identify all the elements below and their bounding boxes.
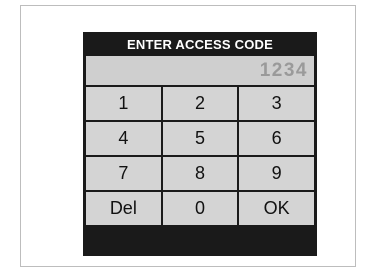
key-2[interactable]: 2 [162, 87, 238, 120]
key-1[interactable]: 1 [86, 87, 161, 120]
key-7[interactable]: 7 [86, 157, 161, 190]
key-9[interactable]: 9 [239, 157, 314, 190]
ok-button[interactable]: OK [239, 192, 314, 225]
key-grid: 1 2 3 4 5 6 7 8 9 Del 0 OK [86, 87, 314, 225]
key-6[interactable]: 6 [239, 122, 314, 155]
code-display: 1234 [86, 56, 314, 85]
key-8[interactable]: 8 [162, 157, 238, 190]
keypad-title: ENTER ACCESS CODE [127, 37, 273, 52]
key-3[interactable]: 3 [239, 87, 314, 120]
key-0[interactable]: 0 [162, 192, 238, 225]
delete-button[interactable]: Del [86, 192, 161, 225]
access-code-keypad: ENTER ACCESS CODE 1234 1 2 3 4 5 6 7 8 9… [83, 32, 317, 256]
key-5[interactable]: 5 [162, 122, 238, 155]
key-4[interactable]: 4 [86, 122, 161, 155]
code-display-value: 1234 [259, 59, 308, 81]
